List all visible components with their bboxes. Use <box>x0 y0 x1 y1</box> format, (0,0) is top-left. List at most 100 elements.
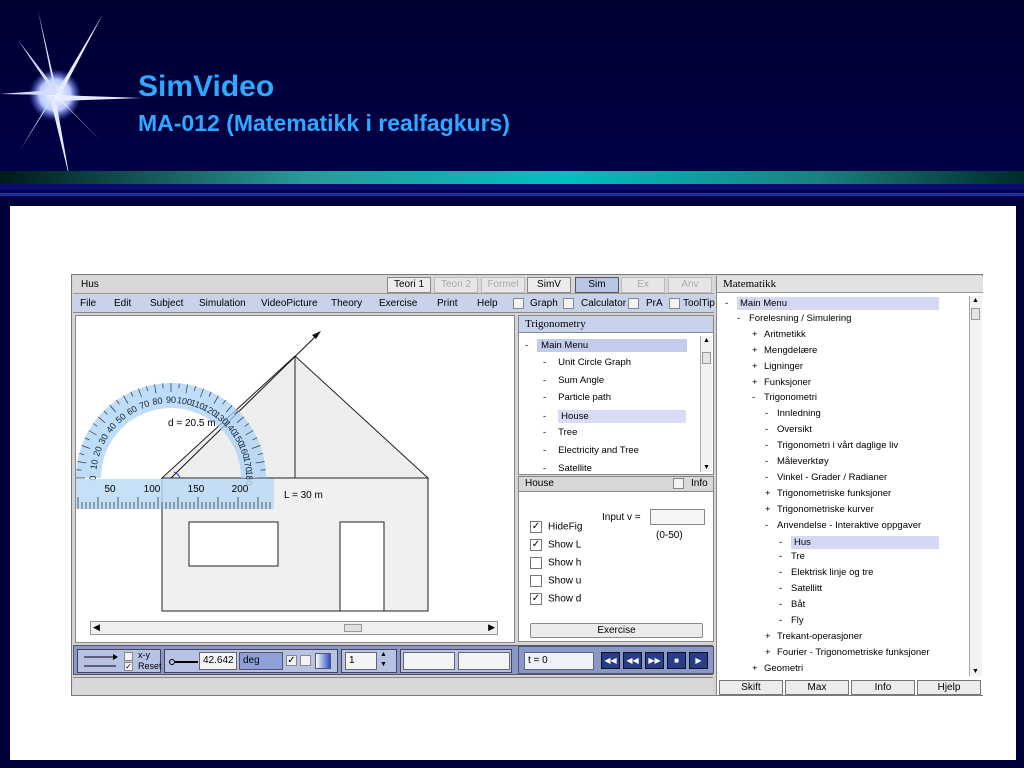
tree-item[interactable]: - Main Menu <box>725 297 939 310</box>
trig-item[interactable]: - Particle path <box>543 392 611 403</box>
tree-item[interactable]: + Geometri <box>752 663 803 674</box>
step-forward-icon[interactable]: ▶▶ <box>645 652 664 669</box>
scroll-left-icon[interactable]: ◀ <box>93 622 100 633</box>
collapse-icon[interactable]: - <box>765 440 777 451</box>
collapse-icon[interactable]: - <box>779 583 791 594</box>
trig-item[interactable]: - House <box>543 409 687 423</box>
collapse-icon[interactable]: - <box>779 567 791 578</box>
tab-simv[interactable]: SimV <box>527 277 571 293</box>
expand-icon[interactable]: + <box>765 647 777 658</box>
step-up-icon[interactable]: ▲ <box>380 651 387 658</box>
tab-formel[interactable]: Formel <box>481 277 525 293</box>
tooltip-toggle-checkbox[interactable] <box>669 298 680 309</box>
scroll-up-icon[interactable]: ▲ <box>703 337 710 344</box>
reset-checkbox[interactable]: ✓ <box>124 662 133 671</box>
trig-item[interactable]: - Unit Circle Graph <box>543 357 631 368</box>
trig-item[interactable]: - Satellite <box>543 463 592 474</box>
matematikk-scrollbar[interactable]: ▲ ▼ <box>969 296 982 676</box>
checkbox-icon[interactable]: ✓ <box>530 593 542 605</box>
menu-subject[interactable]: Subject <box>150 298 183 309</box>
scroll-right-icon[interactable]: ▶ <box>488 622 495 633</box>
tab-ex[interactable]: Ex <box>621 277 665 293</box>
max-button[interactable]: Max <box>785 680 849 695</box>
tree-item[interactable]: - Forelesning / Simulering <box>737 313 851 324</box>
angle-check-checkbox[interactable]: ✓ <box>286 655 297 666</box>
collapse-icon[interactable]: - <box>779 537 791 548</box>
expand-icon[interactable]: + <box>752 345 764 356</box>
info-button[interactable]: Info <box>851 680 915 695</box>
collapse-icon[interactable]: - <box>765 520 777 531</box>
tree-item[interactable]: + Mengdelære <box>752 345 817 356</box>
collapse-icon[interactable]: - <box>725 298 737 309</box>
option-show-l[interactable]: ✓ Show L <box>530 539 581 551</box>
output-field-1[interactable] <box>403 652 455 670</box>
menu-file[interactable]: File <box>80 298 96 309</box>
tree-item[interactable]: - Anvendelse - Interaktive oppgaver <box>765 520 921 531</box>
gradient-swatch[interactable] <box>315 653 331 669</box>
simulation-canvas[interactable]: 0 10 20 30 40 50 60 70 80 90 100 110 120 130 140 150 160… <box>75 315 515 643</box>
step-down-icon[interactable]: ▼ <box>380 661 387 668</box>
tree-item[interactable]: + Ligninger <box>752 361 803 372</box>
expand-icon[interactable]: + <box>765 504 777 515</box>
rewind-start-icon[interactable]: ◀◀ <box>601 652 620 669</box>
play-icon[interactable]: ▶ <box>689 652 708 669</box>
slider-icon[interactable] <box>168 651 198 673</box>
output-field-2[interactable] <box>458 652 510 670</box>
checkbox-icon[interactable] <box>530 557 542 569</box>
hjelp-button[interactable]: Hjelp <box>917 680 981 695</box>
collapse-icon[interactable]: - <box>779 599 791 610</box>
expand-icon[interactable]: + <box>752 663 764 674</box>
input-v-field[interactable] <box>650 509 705 525</box>
tree-item[interactable]: + Trigonometriske kurver <box>765 504 874 515</box>
option-show-h[interactable]: Show h <box>530 557 581 569</box>
checkbox-icon[interactable]: ✓ <box>530 521 542 533</box>
tree-item[interactable]: - Satellitt <box>779 583 822 594</box>
collapse-icon[interactable]: - <box>779 551 791 562</box>
calculator-toggle-checkbox[interactable] <box>563 298 574 309</box>
option-hidefig[interactable]: ✓ HideFig <box>530 521 582 533</box>
tree-item[interactable]: - Elektrisk linje og tre <box>779 567 873 578</box>
tree-item[interactable]: - Hus <box>779 535 939 549</box>
trig-item[interactable]: - Sum Angle <box>543 375 604 386</box>
trig-item[interactable]: - Tree <box>543 427 577 438</box>
tree-item[interactable]: - Måleverktøy <box>765 456 829 467</box>
trig-item[interactable]: - Electricity and Tree <box>543 445 639 456</box>
trig-root-item[interactable]: - Main Menu <box>525 339 693 352</box>
scroll-thumb[interactable] <box>971 308 980 320</box>
collapse-icon[interactable]: - <box>765 408 777 419</box>
checkbox-icon[interactable] <box>530 575 542 587</box>
trig-root-label[interactable]: Main Menu <box>537 339 688 352</box>
collapse-icon[interactable]: - <box>779 615 791 626</box>
tree-item[interactable]: - Innledning <box>765 408 821 419</box>
tree-item[interactable]: + Trekant-operasjoner <box>765 631 862 642</box>
tree-item[interactable]: - Trigonometri i vårt daglige liv <box>765 440 898 451</box>
tree-item[interactable]: + Funksjoner <box>752 377 811 388</box>
option-show-u[interactable]: Show u <box>530 575 581 587</box>
collapse-icon[interactable]: - <box>765 456 777 467</box>
horizontal-scrollbar[interactable]: ◀ ▶ <box>90 621 498 635</box>
menu-edit[interactable]: Edit <box>114 298 131 309</box>
collapse-icon[interactable]: - <box>765 424 777 435</box>
trigonometry-scrollbar[interactable]: ▲ ▼ <box>700 336 712 472</box>
menu-simulation[interactable]: Simulation <box>199 298 246 309</box>
collapse-icon[interactable]: - <box>752 392 764 403</box>
expand-icon[interactable]: + <box>752 377 764 388</box>
pra-toggle-checkbox[interactable] <box>628 298 639 309</box>
scroll-down-icon[interactable]: ▼ <box>972 668 979 675</box>
tree-item[interactable]: - Båt <box>779 599 805 610</box>
scroll-up-icon[interactable]: ▲ <box>972 297 979 304</box>
tree-item[interactable]: - Trigonometri <box>752 392 817 403</box>
expand-icon[interactable]: + <box>752 329 764 340</box>
collapse-icon[interactable]: - <box>737 313 749 324</box>
expand-icon[interactable]: + <box>765 631 777 642</box>
collapse-icon[interactable]: - <box>765 472 777 483</box>
tree-item[interactable]: + Aritmetikk <box>752 329 806 340</box>
expand-icon[interactable]: + <box>765 488 777 499</box>
stop-icon[interactable]: ■ <box>667 652 686 669</box>
tab-anv[interactable]: Anv <box>668 277 712 293</box>
tree-item[interactable]: - Oversikt <box>765 424 812 435</box>
graph-toggle-checkbox[interactable] <box>513 298 524 309</box>
scroll-thumb[interactable] <box>344 624 362 632</box>
xy-checkbox[interactable] <box>124 652 133 661</box>
menu-theory[interactable]: Theory <box>331 298 362 309</box>
